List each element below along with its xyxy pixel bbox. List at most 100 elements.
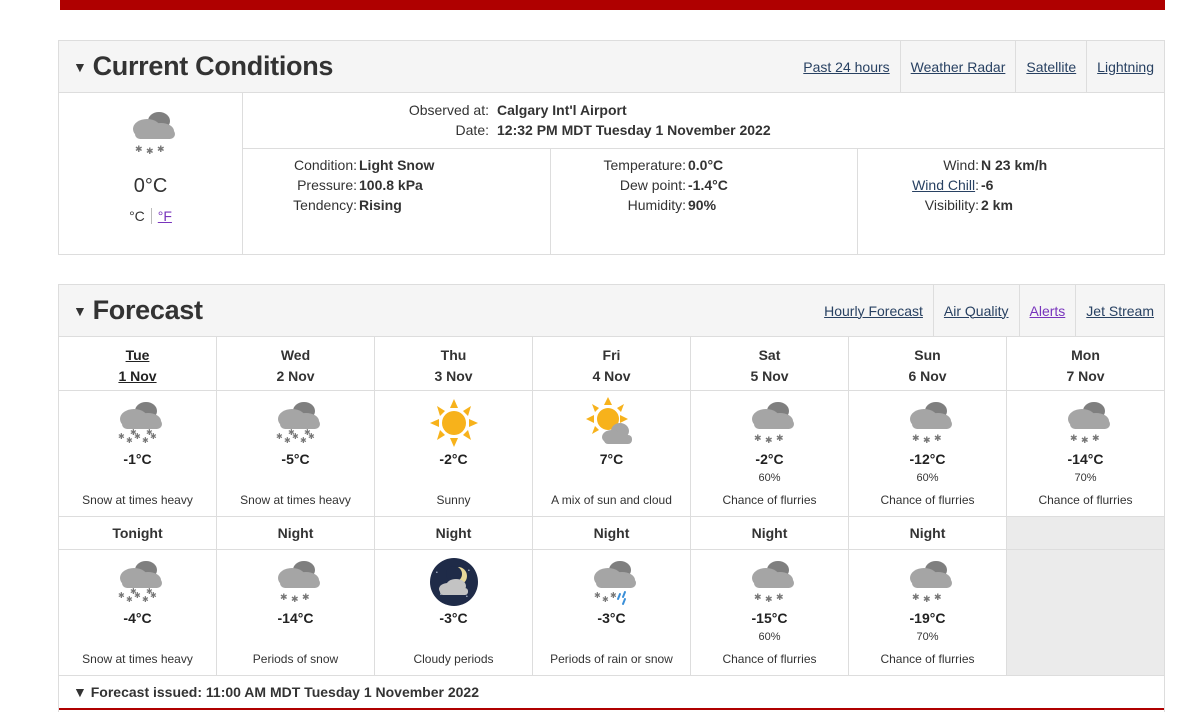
svg-text:✱: ✱: [610, 591, 617, 600]
svg-text:✱: ✱: [291, 594, 299, 604]
link-air-quality[interactable]: Air Quality: [932, 285, 1019, 336]
day-forecast: ✱ ✱ ✱ -14°C 70% Chance of flurries: [1007, 391, 1164, 517]
svg-text:✱: ✱: [912, 433, 920, 443]
forecast-toggle[interactable]: ▼ Forecast: [59, 295, 203, 326]
condition-label: Condition:: [293, 157, 357, 173]
day-precip-chance: [533, 472, 690, 485]
day-temperature: 7°C: [599, 451, 624, 467]
forecast-links: Hourly Forecast Air Quality Alerts Jet S…: [814, 285, 1164, 336]
svg-text:✱: ✱: [146, 428, 153, 437]
night-precip-chance: 70%: [916, 631, 939, 643]
flurries-icon: ✱ ✱ ✱: [1067, 402, 1110, 445]
caret-down-icon: ▼: [73, 58, 87, 75]
night-forecast: ✱ ✱ ✱ -3°C Periods of rain or snow: [533, 550, 691, 676]
day-precip-chance: [217, 472, 374, 485]
day-precip-chance: [375, 472, 532, 485]
svg-text:✱: ✱: [118, 432, 125, 441]
day-summary: Snow at times heavy: [82, 493, 193, 507]
svg-text:•: •: [436, 570, 438, 576]
conditions-column-1: Condition: Light Snow Pressure: 100.8 kPa …: [243, 149, 550, 255]
svg-text:✱: ✱: [126, 436, 133, 445]
link-alerts[interactable]: Alerts: [1018, 285, 1076, 336]
date-value: 12:32 PM MDT Tuesday 1 November 2022: [497, 122, 771, 138]
link-weather-radar[interactable]: Weather Radar: [899, 41, 1016, 92]
link-past-24-hours[interactable]: Past 24 hours: [793, 41, 899, 92]
current-conditions-toggle[interactable]: ▼ Current Conditions: [59, 51, 333, 82]
flurries-icon: ✱ ✱ ✱: [909, 561, 952, 604]
unit-toggle: °C °F: [129, 208, 172, 224]
night-temperature: -3°C: [597, 610, 626, 626]
flurries-icon: ✱ ✱ ✱: [277, 561, 320, 604]
rain-snow-icon: ✱ ✱ ✱: [593, 561, 636, 605]
current-conditions-links: Past 24 hours Weather Radar Satellite Li…: [793, 41, 1164, 92]
forecast-issued[interactable]: ▼ Forecast issued: 11:00 AM MDT Tuesday …: [59, 676, 1164, 710]
flurries-icon: ✱ ✱ ✱: [751, 561, 794, 604]
day-header[interactable]: Tue 1 Nov: [59, 337, 217, 391]
day-name: Sat: [758, 347, 781, 363]
visibility-value: 2 km: [981, 197, 1013, 213]
humidity-label: Humidity:: [627, 197, 686, 213]
svg-text:✱: ✱: [776, 433, 784, 443]
day-date: 4 Nov: [592, 368, 631, 384]
svg-text:✱: ✱: [142, 595, 149, 604]
day-header: Wed 2 Nov: [217, 337, 375, 391]
unit-fahrenheit-link[interactable]: °F: [158, 208, 172, 224]
link-satellite[interactable]: Satellite: [1015, 41, 1086, 92]
day-summary: Chance of flurries: [722, 493, 817, 507]
day-temperature: -14°C: [1067, 451, 1104, 467]
link-lightning[interactable]: Lightning: [1086, 41, 1164, 92]
svg-text:✱: ✱: [126, 595, 133, 604]
day-name: Wed: [280, 347, 311, 363]
observed-at-value: Calgary Int'l Airport: [497, 102, 627, 118]
day-header: Fri 4 Nov: [533, 337, 691, 391]
night-header: Night: [849, 517, 1007, 550]
svg-text:✱: ✱: [300, 436, 307, 445]
day-date: 7 Nov: [1066, 368, 1105, 384]
conditions-column-2: Temperature: 0.0°C Dew point: -1.4°C Humid…: [550, 149, 857, 255]
night-summary: Cloudy periods: [413, 652, 494, 666]
day-precip-chance: 60%: [916, 472, 939, 484]
flurries-icon: ✱ ✱ ✱: [751, 402, 794, 445]
night-precip-chance: [375, 631, 532, 644]
tendency-label: Tendency:: [293, 197, 357, 213]
empty-cell: [1007, 517, 1164, 550]
night-forecast: ✱ ✱ ✱ ✱ ✱ ✱ ✱ -4°C Snow at times heavy: [59, 550, 217, 676]
visibility-label: Visibility:: [924, 197, 979, 213]
svg-text:✱: ✱: [754, 592, 762, 602]
svg-text:•: •: [466, 594, 468, 600]
day-forecast: 7°C A mix of sun and cloud: [533, 391, 691, 517]
day-summary: A mix of sun and cloud: [551, 493, 672, 507]
day-header: Thu 3 Nov: [375, 337, 533, 391]
night-header: Tonight: [59, 517, 217, 550]
day-summary: Chance of flurries: [880, 493, 975, 507]
svg-text:✱: ✱: [776, 592, 784, 602]
day-name: Fri: [602, 347, 621, 363]
link-hourly-forecast[interactable]: Hourly Forecast: [814, 285, 933, 336]
day-date: 3 Nov: [434, 368, 473, 384]
day-forecast: ✱ ✱ ✱ -2°C 60% Chance of flurries: [691, 391, 849, 517]
svg-text:✱: ✱: [130, 428, 137, 437]
humidity-value: 90%: [688, 197, 717, 213]
night-header: Night: [217, 517, 375, 550]
day-date: 2 Nov: [276, 368, 315, 384]
tendency-value: Rising: [359, 197, 402, 213]
day-forecast: ✱ ✱ ✱ ✱ ✱ ✱ ✱ -5°C Snow at times heavy: [217, 391, 375, 517]
current-conditions-panel: ▼ Current Conditions Past 24 hours Weath…: [58, 40, 1165, 255]
pressure-value: 100.8 kPa: [359, 177, 423, 193]
day-name: Tue: [125, 347, 150, 363]
night-temperature: -15°C: [751, 610, 788, 626]
pressure-label: Pressure:: [297, 177, 357, 193]
current-conditions-title: Current Conditions: [92, 51, 334, 81]
link-jet-stream[interactable]: Jet Stream: [1075, 285, 1164, 336]
night-forecast: ✱ ✱ ✱ -19°C 70% Chance of flurries: [849, 550, 1007, 676]
svg-text:✱: ✱: [602, 595, 609, 604]
svg-text:✱: ✱: [934, 592, 942, 602]
night-temperature: -4°C: [123, 610, 152, 626]
forecast-header: ▼ Forecast Hourly Forecast Air Quality A…: [59, 285, 1164, 337]
wind-chill-link[interactable]: Wind Chill: [912, 177, 975, 193]
wind-chill-value: -6: [981, 177, 994, 193]
svg-text:•: •: [468, 568, 470, 574]
svg-text:✱: ✱: [934, 433, 942, 443]
day-header: Sun 6 Nov: [849, 337, 1007, 391]
svg-text:✱: ✱: [1070, 433, 1078, 443]
